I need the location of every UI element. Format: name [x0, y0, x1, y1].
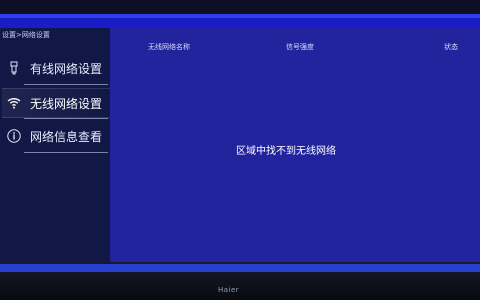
settings-sidebar: 设置>网络设置 有线网络设置 无线网络设置 网络信息查看: [0, 28, 111, 262]
sidebar-item-wireless-network[interactable]: 无线网络设置: [2, 88, 110, 118]
sidebar-item-label: 有线网络设置: [30, 61, 103, 76]
sidebar-item-label: 网络信息查看: [30, 129, 103, 144]
breadcrumb: 设置>网络设置: [2, 31, 50, 39]
column-header-status: 状态: [444, 43, 458, 51]
sidebar-divider: [24, 84, 108, 85]
no-wifi-message: 区域中找不到无线网络: [236, 146, 336, 157]
wireless-network-list-panel: 无线网络名称 信号强度 状态 区域中找不到无线网络: [110, 28, 480, 262]
sidebar-item-wired-network[interactable]: 有线网络设置: [2, 54, 110, 82]
wifi-icon: [6, 95, 22, 111]
wired-network-icon: [6, 60, 22, 76]
tv-screen: 设置>网络设置 有线网络设置 无线网络设置 网络信息查看 无线网络名称 信号强度…: [0, 0, 480, 300]
sidebar-item-label: 无线网络设置: [30, 96, 103, 111]
column-header-ssid: 无线网络名称: [148, 43, 190, 51]
sidebar-item-network-info[interactable]: 网络信息查看: [2, 122, 110, 150]
info-icon: [6, 128, 22, 144]
brand-logo: Haier: [218, 286, 240, 294]
tv-bottom-light: [0, 264, 480, 272]
column-header-signal: 信号强度: [286, 43, 314, 51]
sidebar-divider: [24, 118, 108, 119]
sidebar-divider: [24, 152, 108, 153]
